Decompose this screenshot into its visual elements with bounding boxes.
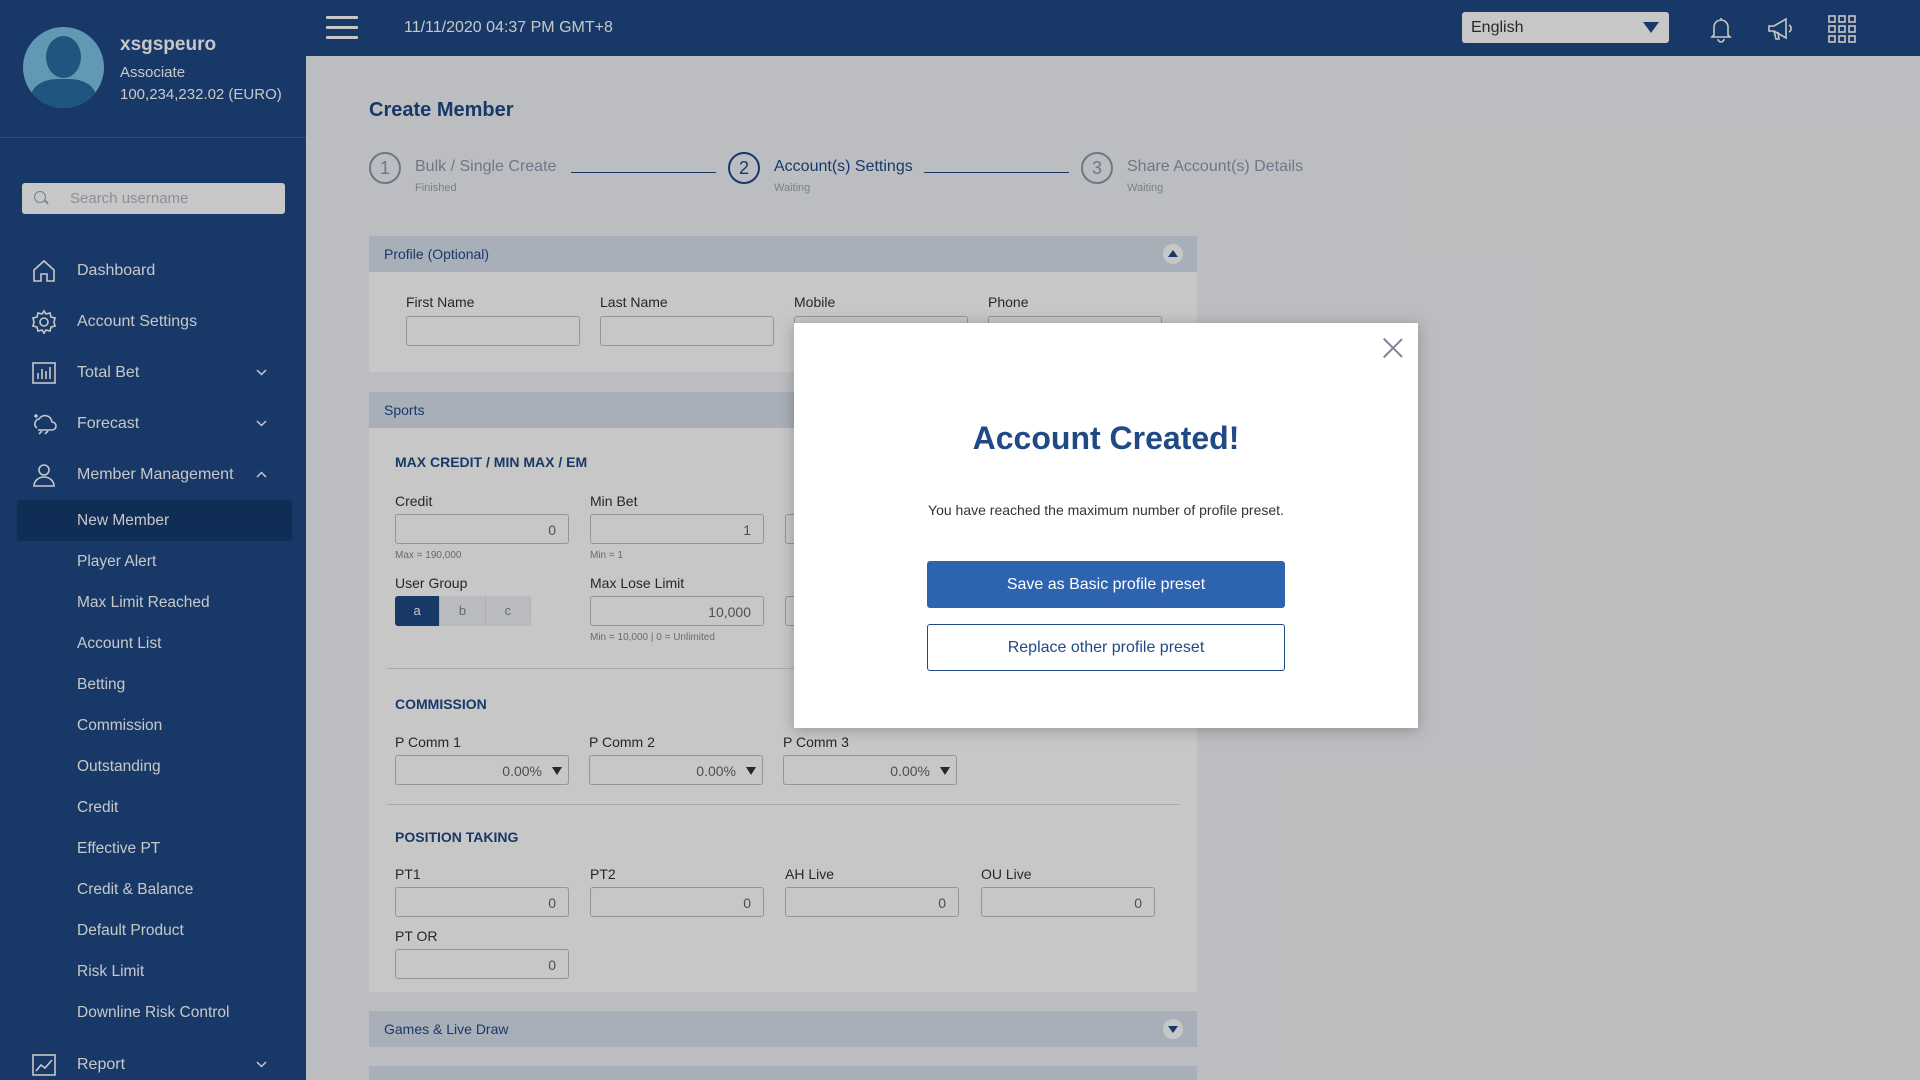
dialog-title: Account Created! <box>972 420 1240 456</box>
close-icon[interactable] <box>1380 335 1406 361</box>
dialog-message: You have reached the maximum number of p… <box>928 502 1284 518</box>
account-created-dialog: Account Created! You have reached the ma… <box>794 323 1418 728</box>
replace-preset-button[interactable]: Replace other profile preset <box>927 624 1285 671</box>
save-basic-preset-button[interactable]: Save as Basic profile preset <box>927 561 1285 608</box>
